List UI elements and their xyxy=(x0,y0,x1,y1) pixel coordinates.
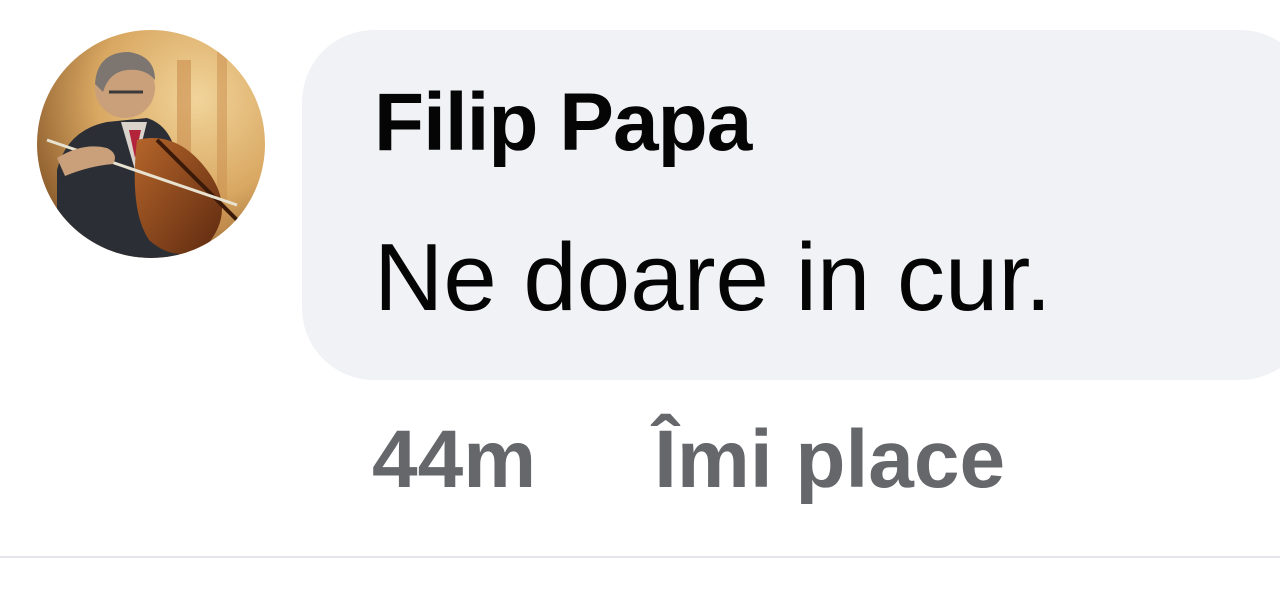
comment-actions: 44m Îmi place xyxy=(372,410,1005,510)
comment: Filip Papa Ne doare in cur. 44m Îmi plac… xyxy=(0,0,1280,556)
comment-text: Ne doare in cur. xyxy=(374,224,1052,331)
like-button[interactable]: Îmi place xyxy=(654,419,1005,501)
comment-timestamp[interactable]: 44m xyxy=(372,419,536,501)
author-avatar[interactable] xyxy=(37,30,265,258)
comment-author-name[interactable]: Filip Papa xyxy=(374,82,752,164)
comment-bubble: Filip Papa Ne doare in cur. xyxy=(302,30,1280,380)
divider xyxy=(0,556,1280,558)
profile-photo-icon xyxy=(37,30,265,258)
